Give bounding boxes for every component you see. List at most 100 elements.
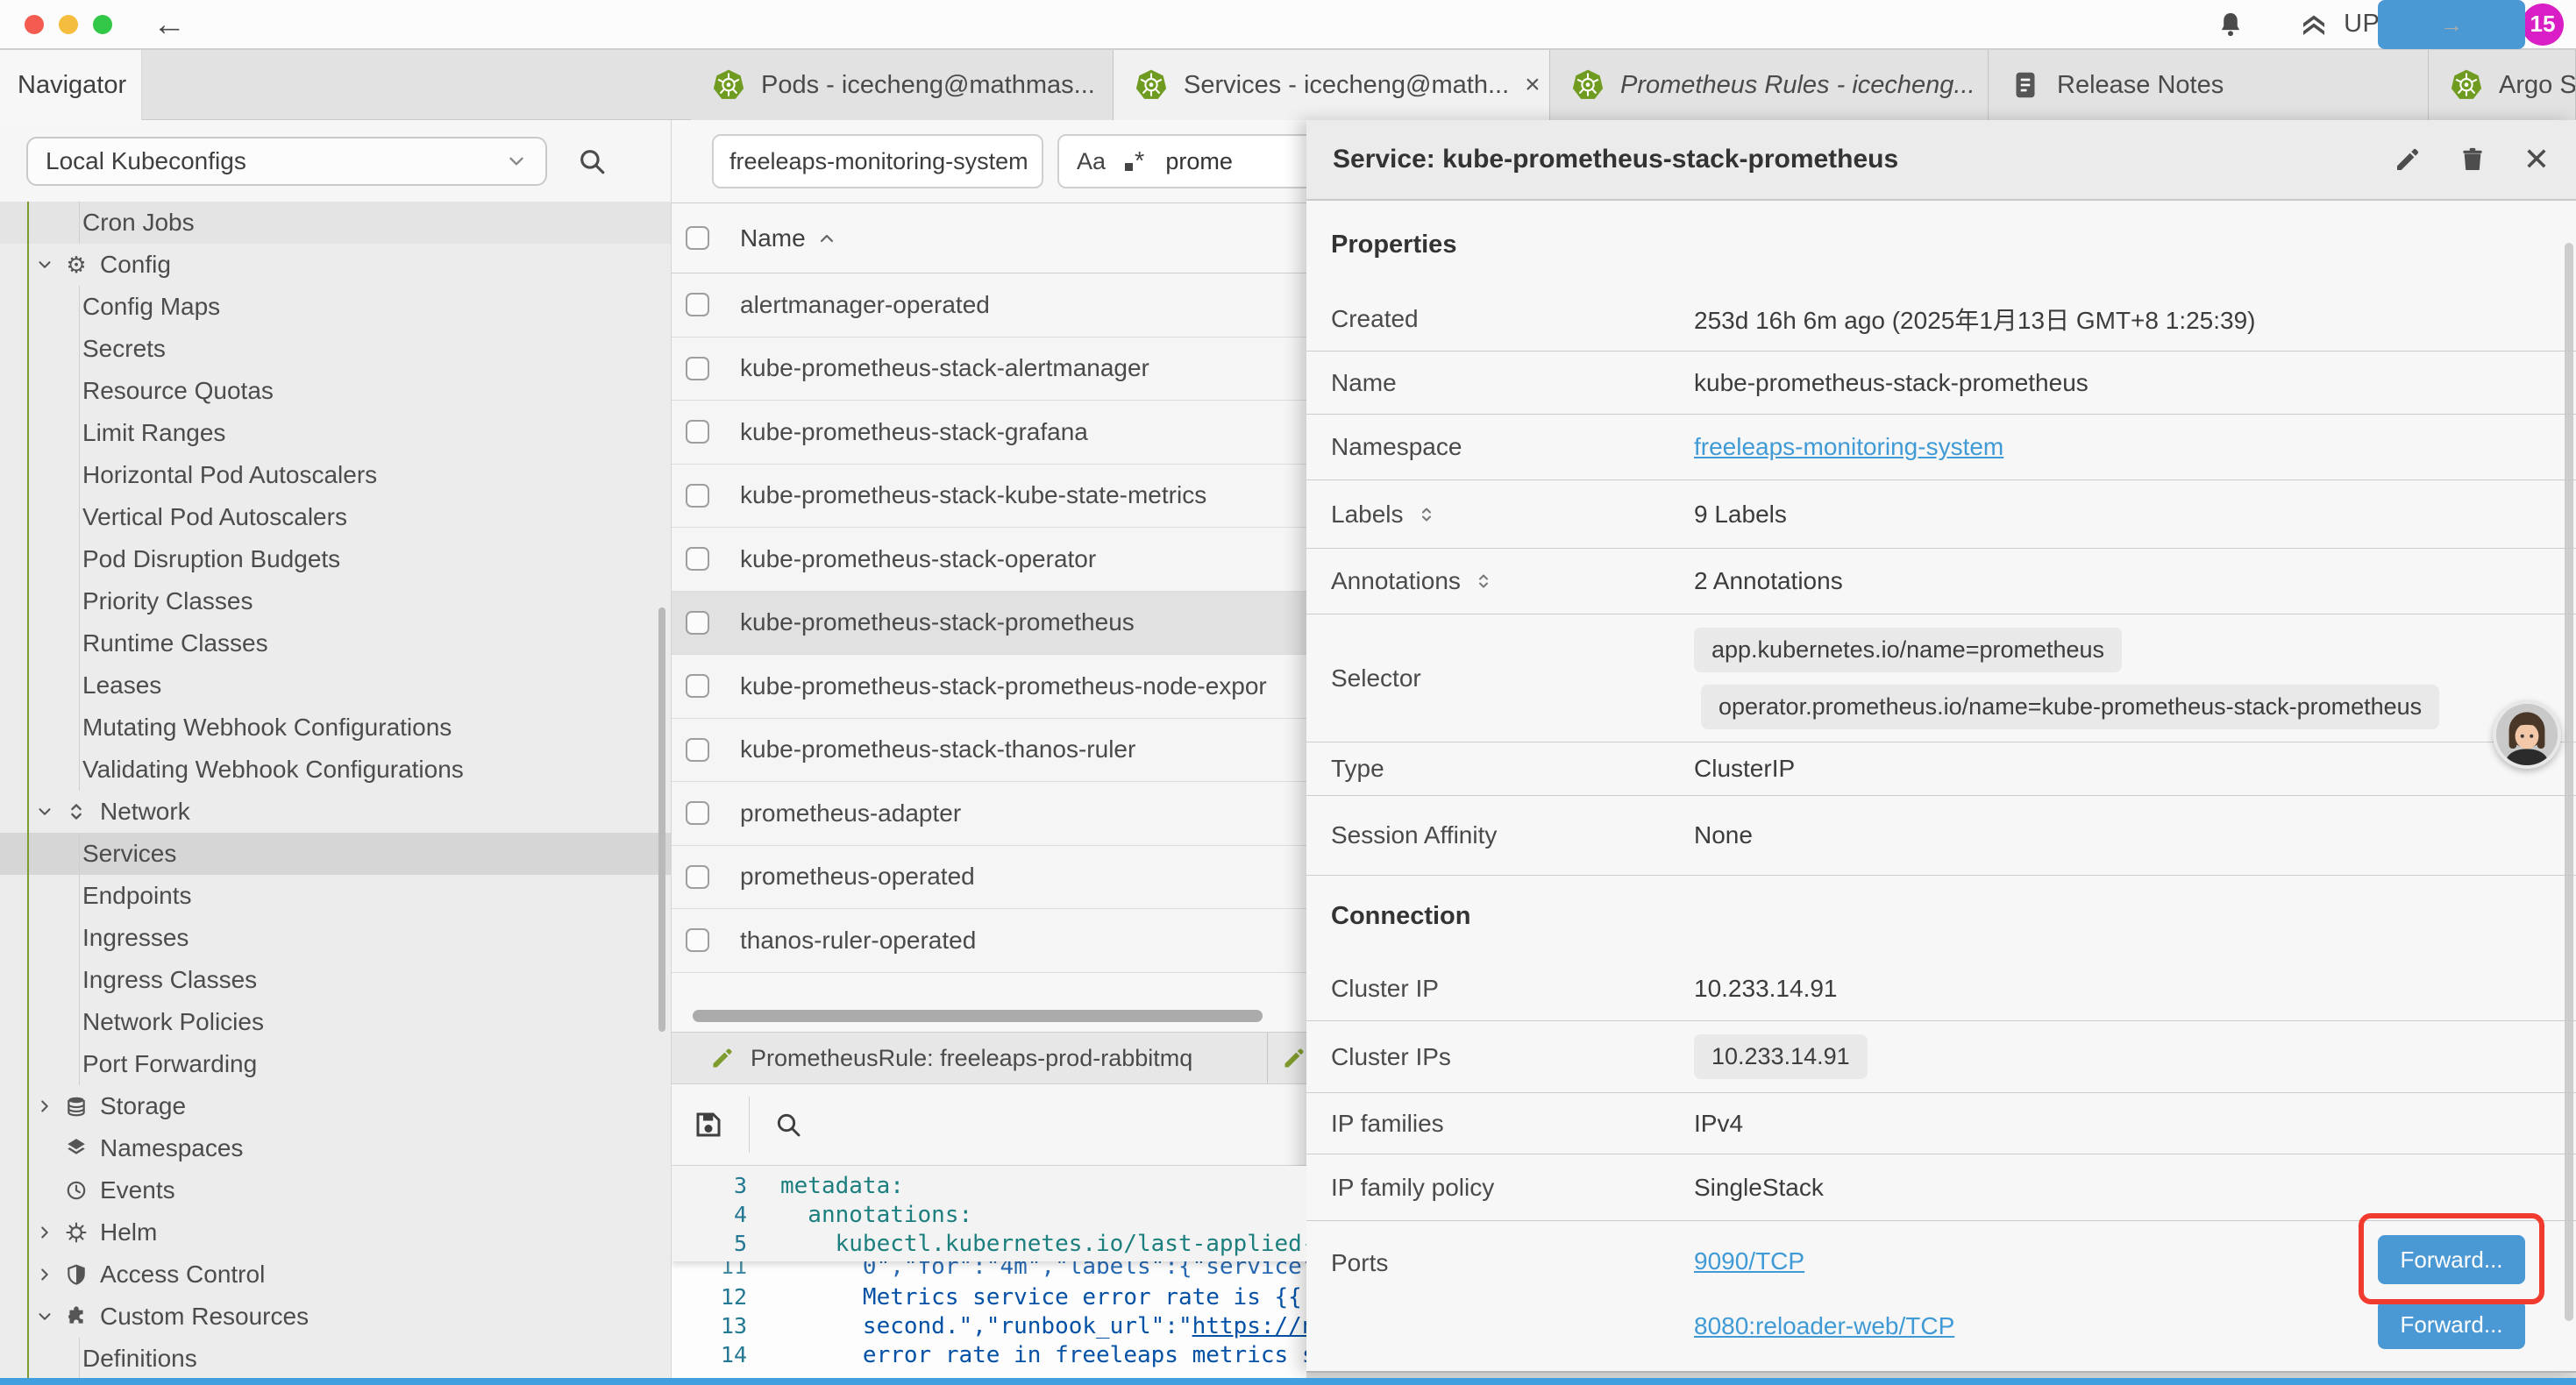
chevron-right-icon[interactable] xyxy=(35,1223,54,1242)
sidebar-item-vertical-pod-autoscalers[interactable]: Vertical Pod Autoscalers xyxy=(0,496,671,538)
tab-pods[interactable]: Pods - icecheng@mathmas... xyxy=(691,50,1114,120)
sidebar-group-custom-resources[interactable]: Custom Resources xyxy=(0,1296,671,1338)
row-checkbox[interactable] xyxy=(686,547,709,571)
sidebar-item-network-policies[interactable]: Network Policies xyxy=(0,1001,671,1043)
table-row[interactable]: thanos-ruler-operated xyxy=(672,909,1306,973)
row-checkbox[interactable] xyxy=(686,674,709,698)
editor-tab-partial[interactable] xyxy=(1268,1033,1306,1083)
column-header-name[interactable]: Name xyxy=(740,224,837,252)
minimize-window-button[interactable] xyxy=(59,15,78,34)
select-all-checkbox[interactable] xyxy=(686,226,709,250)
expand-collapse-icon[interactable] xyxy=(1473,571,1494,592)
regex-toggle[interactable]: * xyxy=(1125,147,1144,176)
runbook-url-link[interactable]: https://net xyxy=(1192,1313,1306,1339)
sidebar-item-services[interactable]: Services xyxy=(0,833,671,875)
chevron-down-icon[interactable] xyxy=(35,1307,54,1326)
close-drawer-icon[interactable]: ✕ xyxy=(2523,144,2550,175)
sidebar-item-pod-disruption-budgets[interactable]: Pod Disruption Budgets xyxy=(0,538,671,580)
sidebar-scrollbar[interactable] xyxy=(658,607,665,1032)
row-checkbox[interactable] xyxy=(686,357,709,380)
zoom-window-button[interactable] xyxy=(93,15,112,34)
edit-pencil-icon[interactable] xyxy=(2394,146,2422,174)
sidebar-item-events[interactable]: Events xyxy=(0,1169,671,1211)
row-checkbox[interactable] xyxy=(686,801,709,825)
table-row[interactable]: kube-prometheus-stack-kube-state-metrics xyxy=(672,465,1306,529)
match-case-toggle[interactable]: Aa xyxy=(1077,148,1106,175)
yaml-editor[interactable]: 3metadata: 4 annotations: 5 kubectl.kube… xyxy=(672,1166,1306,1378)
table-row[interactable]: kube-prometheus-stack-prometheus-node-ex… xyxy=(672,655,1306,719)
notification-count-badge[interactable]: 15 xyxy=(2522,4,2564,46)
sidebar-group-access-control[interactable]: Access Control xyxy=(0,1254,671,1296)
sidebar-item-ingresses[interactable]: Ingresses xyxy=(0,917,671,959)
table-row[interactable]: kube-prometheus-stack-alertmanager xyxy=(672,337,1306,401)
sidebar-item-limit-ranges[interactable]: Limit Ranges xyxy=(0,412,671,454)
port-link-9090[interactable]: 9090/TCP xyxy=(1694,1246,1954,1277)
chevron-right-icon[interactable] xyxy=(35,1265,54,1284)
sidebar-item-namespaces[interactable]: Namespaces xyxy=(0,1127,671,1169)
sidebar-group-storage[interactable]: Storage xyxy=(0,1085,671,1127)
search-icon[interactable] xyxy=(774,1111,802,1139)
table-row[interactable]: prometheus-adapter xyxy=(672,782,1306,846)
sidebar-item-priority-classes[interactable]: Priority Classes xyxy=(0,580,671,622)
upgrade-chevrons-icon[interactable] xyxy=(2298,9,2330,40)
sidebar-group-config[interactable]: ⚙ Config xyxy=(0,244,671,286)
row-checkbox[interactable] xyxy=(686,928,709,952)
close-tab-icon[interactable]: × xyxy=(1525,70,1541,100)
sidebar-group-network[interactable]: Network xyxy=(0,791,671,833)
assistant-avatar[interactable] xyxy=(2493,700,2561,769)
back-button[interactable]: ← xyxy=(153,8,186,41)
sidebar-item-cron-jobs[interactable]: Cron Jobs xyxy=(0,202,671,244)
kubernetes-icon xyxy=(712,68,745,102)
notifications-bell-icon[interactable] xyxy=(2216,10,2245,39)
tab-prometheus-rules[interactable]: Prometheus Rules - icecheng... xyxy=(1550,50,1989,120)
row-checkbox[interactable] xyxy=(686,611,709,635)
save-icon[interactable] xyxy=(693,1109,724,1140)
forward-port-button[interactable]: Forward... xyxy=(2378,1300,2525,1349)
row-checkbox[interactable] xyxy=(686,484,709,508)
sidebar-item-endpoints[interactable]: Endpoints xyxy=(0,875,671,917)
row-checkbox[interactable] xyxy=(686,420,709,444)
table-row[interactable]: kube-prometheus-stack-thanos-ruler xyxy=(672,719,1306,783)
sidebar-item-mutating-webhook-configurations[interactable]: Mutating Webhook Configurations xyxy=(0,707,671,749)
namespace-selector[interactable]: freeleaps-monitoring-system xyxy=(712,134,1043,188)
row-checkbox[interactable] xyxy=(686,293,709,316)
sidebar-item-definitions[interactable]: Definitions xyxy=(0,1338,671,1378)
expand-collapse-icon[interactable] xyxy=(1416,504,1437,525)
close-window-button[interactable] xyxy=(25,15,44,34)
drawer-scrollbar[interactable] xyxy=(2565,243,2573,1321)
chevron-down-icon[interactable] xyxy=(35,255,54,274)
chevron-right-icon[interactable] xyxy=(35,1097,54,1116)
horizontal-scrollbar[interactable] xyxy=(693,1010,1263,1022)
name-filter-box[interactable]: Aa * xyxy=(1057,134,1306,188)
tab-release-notes[interactable]: Release Notes xyxy=(1989,50,2429,120)
row-checkbox[interactable] xyxy=(686,738,709,762)
row-checkbox[interactable] xyxy=(686,865,709,889)
table-row[interactable]: prometheus-operated xyxy=(672,846,1306,910)
delete-trash-icon[interactable] xyxy=(2459,146,2487,174)
sidebar-item-config-maps[interactable]: Config Maps xyxy=(0,286,671,328)
sidebar-item-validating-webhook-configurations[interactable]: Validating Webhook Configurations xyxy=(0,749,671,791)
port-link-8080[interactable]: 8080:reloader-web/TCP xyxy=(1694,1310,1954,1342)
sidebar-item-horizontal-pod-autoscalers[interactable]: Horizontal Pod Autoscalers xyxy=(0,454,671,496)
sidebar-item-runtime-classes[interactable]: Runtime Classes xyxy=(0,622,671,664)
table-row[interactable]: kube-prometheus-stack-operator xyxy=(672,528,1306,592)
tab-argo[interactable]: Argo Se xyxy=(2429,50,2576,120)
tab-services[interactable]: Services - icecheng@math... × xyxy=(1114,50,1550,120)
sidebar-item-secrets[interactable]: Secrets xyxy=(0,328,671,370)
tab-navigator[interactable]: Navigator xyxy=(0,50,142,120)
sidebar-group-helm[interactable]: Helm xyxy=(0,1211,671,1254)
forward-button[interactable]: → xyxy=(2378,0,2525,49)
table-row-selected[interactable]: kube-prometheus-stack-prometheus xyxy=(672,592,1306,656)
sidebar-item-ingress-classes[interactable]: Ingress Classes xyxy=(0,959,671,1001)
search-icon[interactable] xyxy=(577,146,607,176)
chevron-down-icon[interactable] xyxy=(35,802,54,821)
sidebar-item-port-forwarding[interactable]: Port Forwarding xyxy=(0,1043,671,1085)
kubeconfig-selector[interactable]: Local Kubeconfigs xyxy=(26,137,547,186)
editor-tab-prometheusrule[interactable]: PrometheusRule: freeleaps-prod-rabbitmq xyxy=(672,1033,1268,1083)
namespace-link[interactable]: freeleaps-monitoring-system xyxy=(1694,433,2003,461)
sidebar-item-leases[interactable]: Leases xyxy=(0,664,671,707)
table-row[interactable]: kube-prometheus-stack-grafana xyxy=(672,401,1306,465)
filter-query-input[interactable] xyxy=(1163,147,1299,176)
sidebar-item-resource-quotas[interactable]: Resource Quotas xyxy=(0,370,671,412)
table-row[interactable]: alertmanager-operated xyxy=(672,273,1306,337)
